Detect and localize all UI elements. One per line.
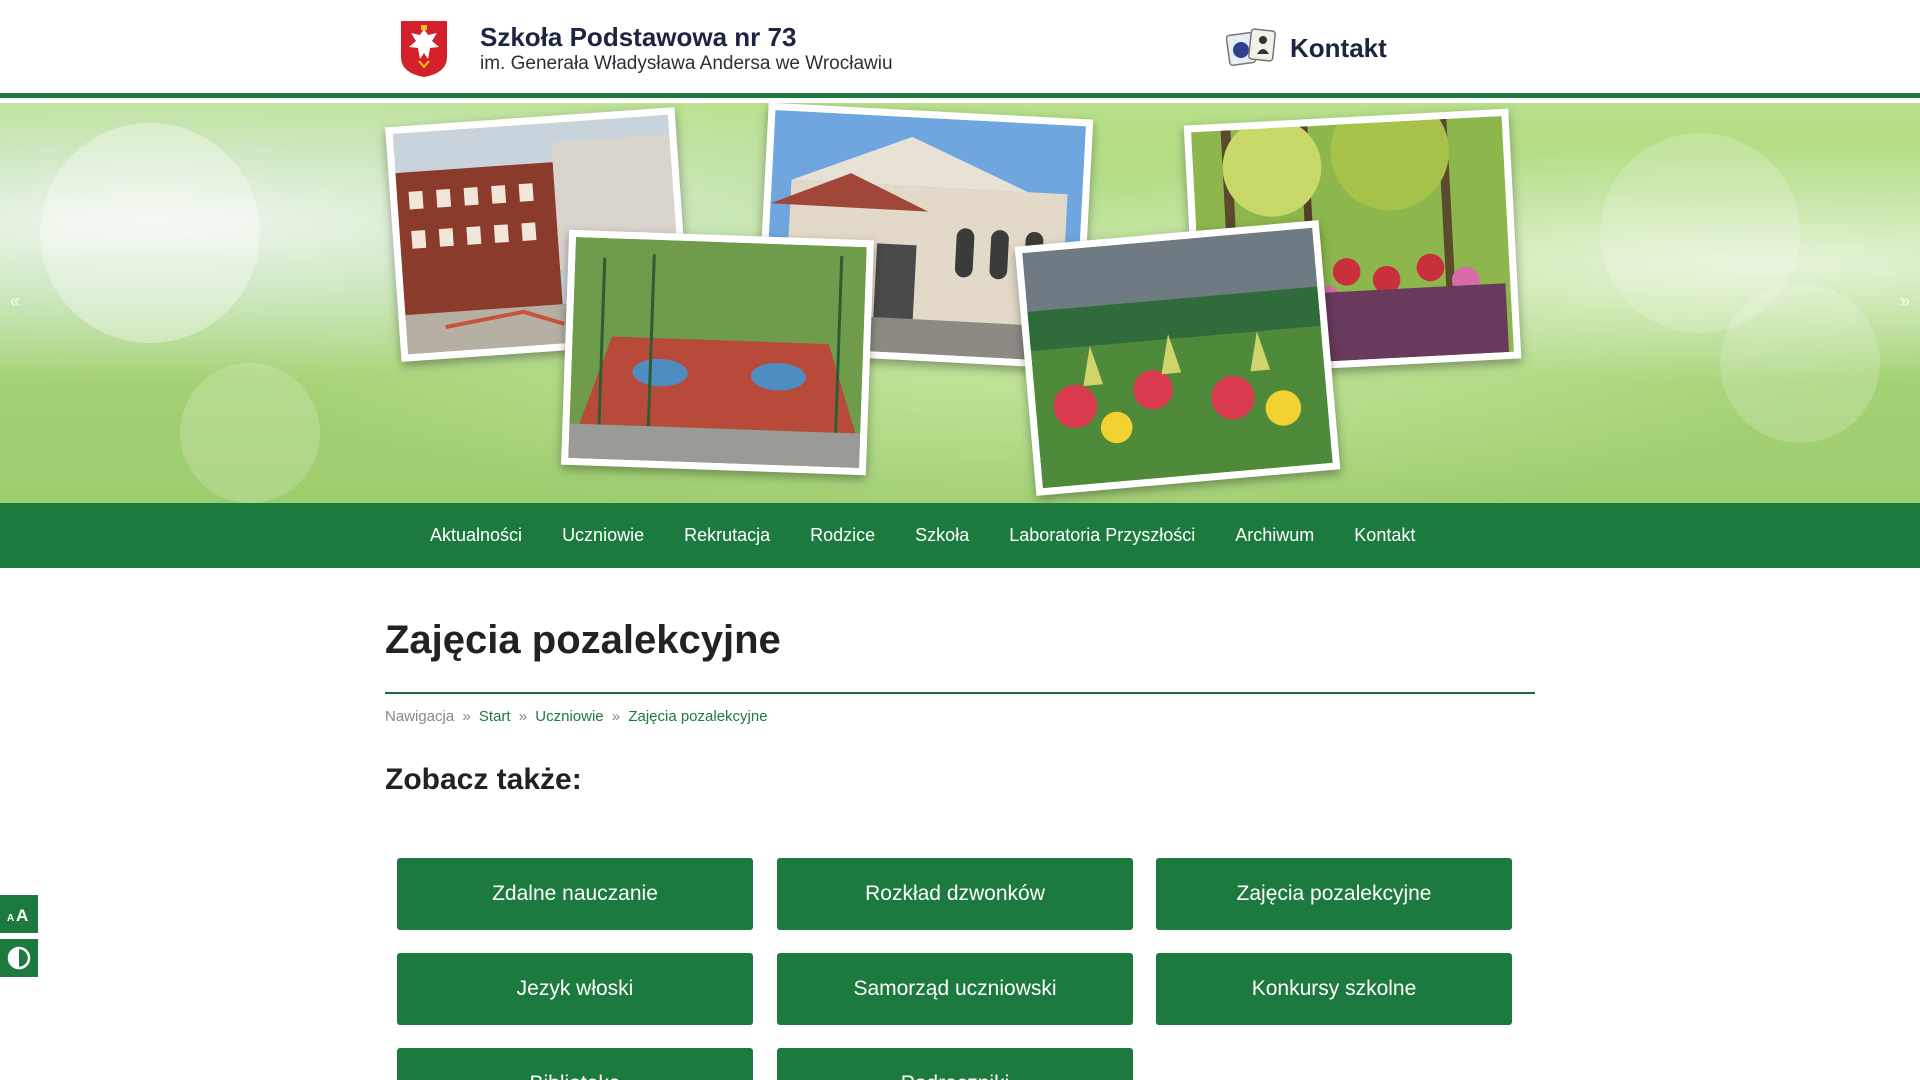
nav-item-szkola[interactable]: Szkoła xyxy=(895,525,989,546)
contrast-icon xyxy=(7,946,31,970)
nav-item-kontakt[interactable]: Kontakt xyxy=(1334,525,1435,546)
main-navigation: Aktualności Uczniowie Rekrutacja Rodzice… xyxy=(0,503,1920,568)
school-contact-icon xyxy=(1226,28,1276,67)
tile-konkursy-szkolne[interactable]: Konkursy szkolne xyxy=(1156,953,1512,1025)
site-header: Szkoła Podstawowa nr 73 im. Generała Wła… xyxy=(0,0,1920,98)
tile-zdalne-nauczanie[interactable]: Zdalne nauczanie xyxy=(397,858,753,930)
tile-samorzad-uczniowski[interactable]: Samorząd uczniowski xyxy=(777,953,1133,1025)
slider-prev-arrow[interactable]: « xyxy=(10,291,20,312)
bokeh-decoration xyxy=(180,363,320,503)
nav-item-laboratoria[interactable]: Laboratoria Przyszłości xyxy=(989,525,1215,546)
breadcrumb-item-start[interactable]: Start xyxy=(479,708,511,725)
header-contact-label: Kontakt xyxy=(1290,32,1387,63)
tile-zajecia-pozalekcyjne[interactable]: Zajęcia pozalekcyjne xyxy=(1156,858,1512,930)
nav-item-rodzice[interactable]: Rodzice xyxy=(790,525,895,546)
nav-item-rekrutacja[interactable]: Rekrutacja xyxy=(664,525,790,546)
contrast-toggle-button[interactable] xyxy=(0,939,38,977)
school-name[interactable]: Szkoła Podstawowa nr 73 xyxy=(480,22,796,53)
bokeh-decoration xyxy=(40,123,260,343)
breadcrumb-separator: » xyxy=(611,708,621,725)
tile-rozklad-dzwonkow[interactable]: Rozkład dzwonków xyxy=(777,858,1133,930)
svg-text:A: A xyxy=(7,913,14,924)
header-contact-link[interactable]: Kontakt xyxy=(1226,28,1387,68)
breadcrumb-prefix: Nawigacja xyxy=(385,708,455,725)
banner-photo-sports-court xyxy=(560,229,875,476)
font-size-toggle-button[interactable]: A A xyxy=(0,895,38,933)
nav-item-uczniowie[interactable]: Uczniowie xyxy=(542,525,664,546)
banner-photo-stadium-event xyxy=(1014,220,1341,496)
nav-item-archiwum[interactable]: Archiwum xyxy=(1215,525,1334,546)
svg-text:A: A xyxy=(16,906,28,924)
see-also-heading: Zobacz także: xyxy=(385,763,582,796)
breadcrumb-separator: » xyxy=(462,708,471,725)
school-subtitle: im. Generała Władysława Andersa we Wrocł… xyxy=(480,53,893,74)
bokeh-decoration xyxy=(1720,283,1880,443)
tile-podreczniki[interactable]: Podręczniki xyxy=(777,1048,1133,1080)
breadcrumb-separator: » xyxy=(518,708,528,725)
slider-next-arrow[interactable]: » xyxy=(1900,291,1910,312)
title-divider xyxy=(385,692,1535,694)
breadcrumb-item-current[interactable]: Zajęcia pozalekcyjne xyxy=(628,708,767,725)
page-title: Zajęcia pozalekcyjne xyxy=(385,618,781,662)
nav-item-aktualnosci[interactable]: Aktualności xyxy=(410,525,542,546)
hero-banner: « » xyxy=(0,103,1920,503)
tile-biblioteka[interactable]: Biblioteka xyxy=(397,1048,753,1080)
font-size-icon: A A xyxy=(7,906,28,924)
breadcrumb-item-uczniowie[interactable]: Uczniowie xyxy=(535,708,603,725)
breadcrumb: Nawigacja » Start » Uczniowie » Zajęcia … xyxy=(385,708,768,725)
polish-eagle-emblem-icon[interactable] xyxy=(399,19,449,78)
tile-jezyk-wloski[interactable]: Jezyk włoski xyxy=(397,953,753,1025)
